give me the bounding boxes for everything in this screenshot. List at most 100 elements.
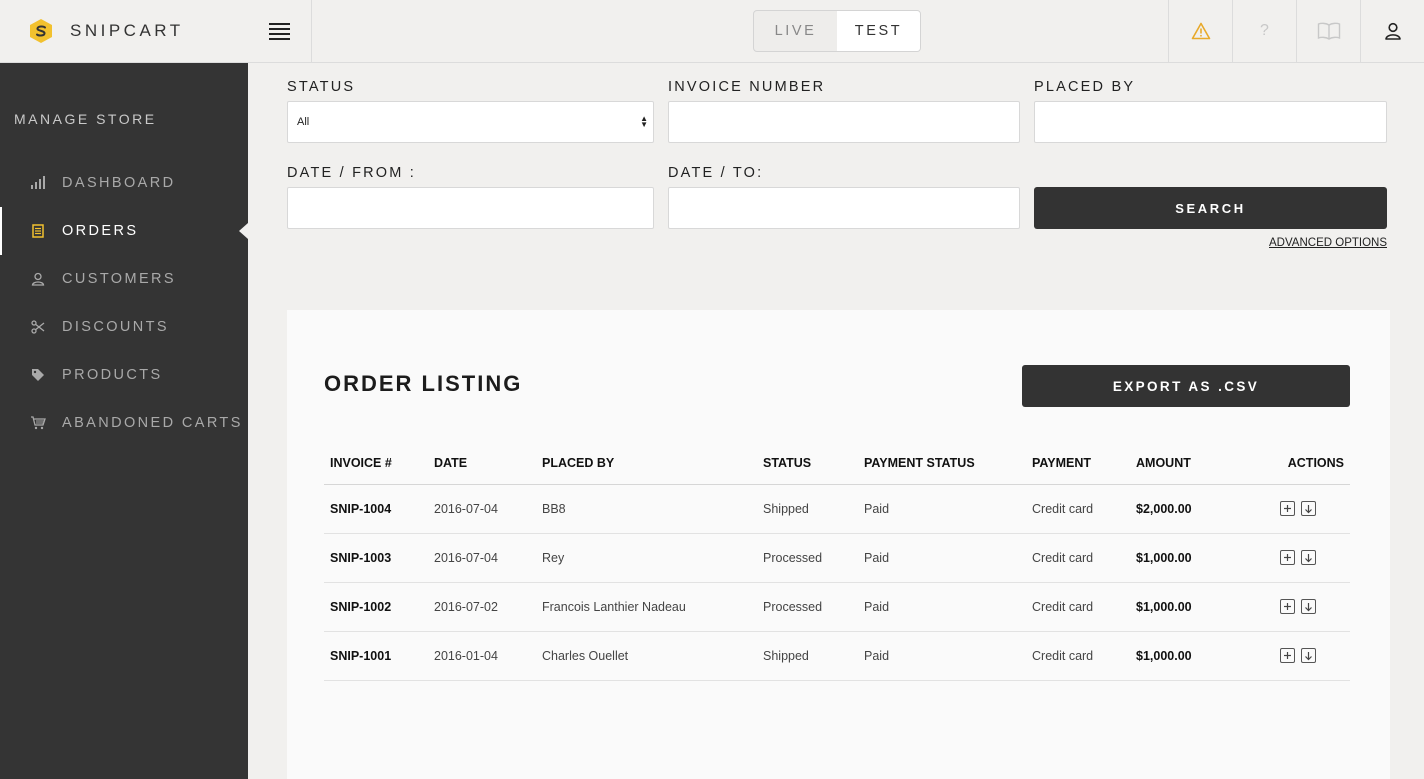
date-to-input[interactable] <box>668 187 1020 229</box>
status-select[interactable]: All ▲ ▼ <box>287 101 654 143</box>
amount-cell: $2,000.00 <box>1130 484 1240 534</box>
sidebar-item-products[interactable]: PRODUCTS <box>0 351 248 399</box>
sidebar-item-label: ABANDONED CARTS <box>62 415 243 431</box>
date-to-label: DATE / TO: <box>668 165 764 181</box>
payment-status-cell: Paid <box>858 631 1026 681</box>
download-icon <box>1305 553 1312 562</box>
sidebar-item-customers[interactable]: CUSTOMERS <box>0 255 248 303</box>
env-test-button[interactable]: TEST <box>837 11 920 51</box>
column-header-payment[interactable]: PAYMENT <box>1026 443 1130 485</box>
amount-cell: $1,000.00 <box>1130 582 1240 632</box>
user-icon <box>30 271 46 287</box>
actions-cell <box>1240 631 1350 681</box>
sidebar-section-title: MANAGE STORE <box>14 111 157 127</box>
invoice-number-label: INVOICE NUMBER <box>668 79 826 95</box>
actions-cell <box>1240 582 1350 632</box>
brand-name: SNIPCART <box>70 21 184 40</box>
receipt-icon <box>30 223 46 239</box>
download-icon <box>1305 602 1312 611</box>
sidebar-item-dashboard[interactable]: DASHBOARD <box>0 159 248 207</box>
table-row[interactable]: SNIP-1004 2016-07-04 BB8 Shipped Paid Cr… <box>324 484 1350 534</box>
sidebar-item-label: DISCOUNTS <box>62 319 169 335</box>
placed-by-cell: Rey <box>536 533 757 583</box>
payment-cell: Credit card <box>1026 484 1130 534</box>
account-icon <box>1384 22 1401 40</box>
status-select-value: All <box>297 116 310 128</box>
date-cell: 2016-07-02 <box>428 582 536 632</box>
export-csv-button[interactable]: EXPORT AS .CSV <box>1022 365 1350 407</box>
date-cell: 2016-07-04 <box>428 533 536 583</box>
download-invoice-button[interactable] <box>1301 599 1316 615</box>
view-order-button[interactable] <box>1280 501 1295 517</box>
actions-cell <box>1240 533 1350 583</box>
invoice-cell[interactable]: SNIP-1002 <box>324 582 428 632</box>
payment-status-cell: Paid <box>858 582 1026 632</box>
invoice-cell[interactable]: SNIP-1001 <box>324 631 428 681</box>
payment-status-cell: Paid <box>858 533 1026 583</box>
plus-icon <box>1284 505 1291 513</box>
sidebar-item-discounts[interactable]: DISCOUNTS <box>0 303 248 351</box>
sidebar-item-label: DASHBOARD <box>62 175 176 191</box>
table-row[interactable]: SNIP-1003 2016-07-04 Rey Processed Paid … <box>324 533 1350 583</box>
column-header-status[interactable]: STATUS <box>757 443 858 485</box>
column-header-amount[interactable]: AMOUNT <box>1130 443 1240 485</box>
download-invoice-button[interactable] <box>1301 550 1316 566</box>
status-cell: Shipped <box>757 484 858 534</box>
search-button[interactable]: SEARCH <box>1034 187 1387 229</box>
status-cell: Processed <box>757 533 858 583</box>
status-cell: Shipped <box>757 631 858 681</box>
menu-toggle-button[interactable] <box>248 0 312 62</box>
view-order-button[interactable] <box>1280 550 1295 566</box>
top-icon-group: ? <box>1168 0 1424 62</box>
payment-status-cell: Paid <box>858 484 1026 534</box>
payment-cell: Credit card <box>1026 533 1130 583</box>
date-from-label: DATE / FROM : <box>287 165 417 181</box>
docs-button[interactable] <box>1296 0 1360 62</box>
bar-chart-icon <box>30 175 46 191</box>
view-order-button[interactable] <box>1280 599 1295 615</box>
sidebar-item-orders[interactable]: ORDERS <box>0 207 248 255</box>
table-row[interactable]: SNIP-1002 2016-07-02 Francois Lanthier N… <box>324 582 1350 632</box>
placed-by-cell: Charles Ouellet <box>536 631 757 681</box>
page-title: ORDER LISTING <box>324 371 523 396</box>
date-cell: 2016-07-04 <box>428 484 536 534</box>
column-header-payment-status[interactable]: PAYMENT STATUS <box>858 443 1026 485</box>
scissors-icon <box>30 319 46 335</box>
sidebar-item-label: CUSTOMERS <box>62 271 176 287</box>
download-invoice-button[interactable] <box>1301 648 1316 664</box>
download-icon <box>1305 504 1312 513</box>
snipcart-logo-icon <box>30 19 52 43</box>
account-button[interactable] <box>1360 0 1424 62</box>
cart-icon <box>30 415 46 431</box>
invoice-cell[interactable]: SNIP-1004 <box>324 484 428 534</box>
column-header-invoice[interactable]: INVOICE # <box>324 443 428 485</box>
placed-by-cell: Francois Lanthier Nadeau <box>536 582 757 632</box>
status-label: STATUS <box>287 79 356 95</box>
sidebar-item-abandoned-carts[interactable]: ABANDONED CARTS <box>0 399 248 447</box>
sidebar-item-label: PRODUCTS <box>62 367 163 383</box>
placed-by-cell: BB8 <box>536 484 757 534</box>
table-row[interactable]: SNIP-1001 2016-01-04 Charles Ouellet Shi… <box>324 631 1350 681</box>
placed-by-input[interactable] <box>1034 101 1387 143</box>
column-header-date[interactable]: DATE <box>428 443 536 485</box>
help-button[interactable]: ? <box>1232 0 1296 62</box>
column-header-placed-by[interactable]: PLACED BY <box>536 443 757 485</box>
actions-cell <box>1240 484 1350 534</box>
download-icon <box>1305 651 1312 660</box>
column-header-actions: ACTIONS <box>1240 443 1350 485</box>
warning-button[interactable] <box>1168 0 1232 62</box>
placed-by-label: PLACED BY <box>1034 79 1136 95</box>
order-listing-card: ORDER LISTING EXPORT AS .CSV INVOICE # D… <box>287 310 1390 779</box>
select-caret-icon: ▲ ▼ <box>640 114 648 129</box>
sidebar: SNIPCART MANAGE STORE DASHBOARD ORDERS C… <box>0 0 248 779</box>
invoice-number-input[interactable] <box>668 101 1020 143</box>
invoice-cell[interactable]: SNIP-1003 <box>324 533 428 583</box>
amount-cell: $1,000.00 <box>1130 533 1240 583</box>
brand[interactable]: SNIPCART <box>0 0 248 63</box>
view-order-button[interactable] <box>1280 648 1295 664</box>
download-invoice-button[interactable] <box>1301 501 1316 517</box>
table-header-row: INVOICE # DATE PLACED BY STATUS PAYMENT … <box>324 443 1350 485</box>
date-from-input[interactable] <box>287 187 654 229</box>
env-live-button[interactable]: LIVE <box>754 11 837 51</box>
advanced-options-link[interactable]: ADVANCED OPTIONS <box>1269 237 1387 249</box>
